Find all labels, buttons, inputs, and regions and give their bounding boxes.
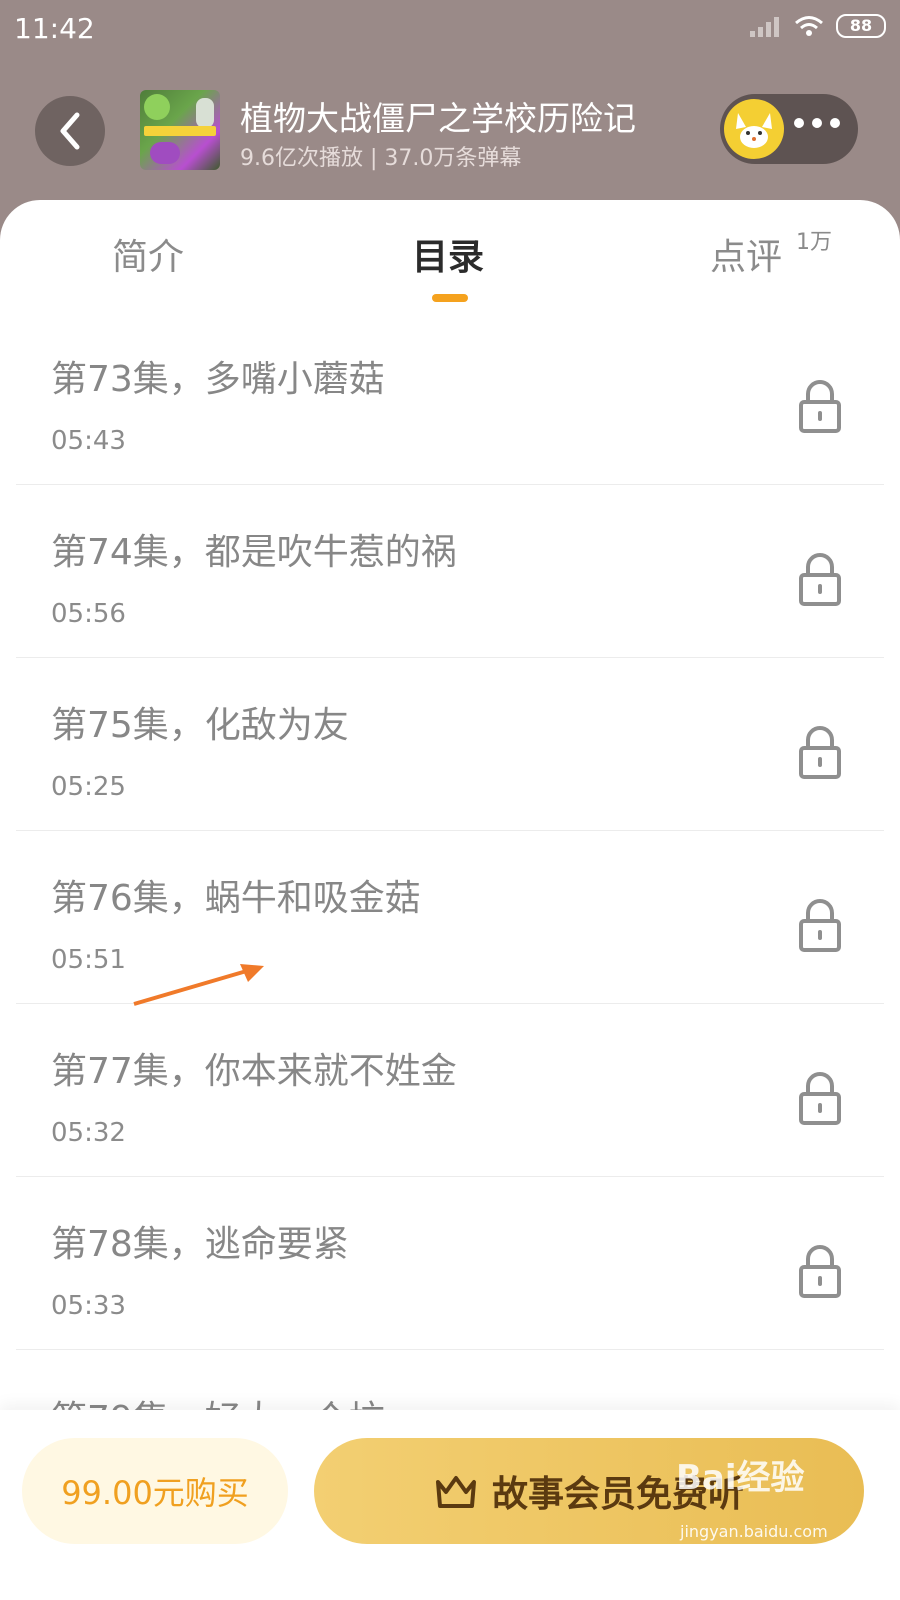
episode-title: 第78集，逃命要紧 bbox=[51, 1224, 349, 1265]
status-icons: 88 bbox=[750, 14, 886, 38]
content-sheet: 简介 目录 点评 1万 第73集，多嘴小蘑菇 05:43 第74集，都是吹牛惹的… bbox=[0, 200, 900, 1600]
episode-title: 第74集，都是吹牛惹的祸 bbox=[51, 532, 457, 573]
episode-duration: 05:56 bbox=[51, 599, 126, 629]
episode-title: 第75集，化敌为友 bbox=[51, 705, 349, 746]
crown-icon bbox=[435, 1476, 476, 1508]
list-item[interactable]: 第75集，化敌为友 05:25 bbox=[16, 658, 884, 831]
list-item[interactable]: 第77集，你本来就不姓金 05:32 bbox=[16, 1004, 884, 1177]
list-item[interactable]: 第73集，多嘴小蘑菇 05:43 bbox=[16, 312, 884, 485]
album-header: 植物大战僵尸之学校历险记 9.6亿次播放 | 37.0万条弹幕 bbox=[0, 62, 900, 202]
episode-list: 第73集，多嘴小蘑菇 05:43 第74集，都是吹牛惹的祸 05:56 第75集… bbox=[16, 312, 884, 1430]
dot bbox=[794, 118, 804, 128]
active-tab-indicator bbox=[432, 294, 468, 302]
album-stats: 9.6亿次播放 | 37.0万条弹幕 bbox=[240, 146, 522, 171]
tab-intro[interactable]: 简介 bbox=[112, 228, 184, 280]
lock-icon bbox=[799, 726, 841, 779]
wifi-icon bbox=[795, 16, 823, 36]
review-count-badge: 1万 bbox=[796, 230, 832, 255]
album-title: 植物大战僵尸之学校历险记 bbox=[240, 99, 636, 138]
dot bbox=[830, 118, 840, 128]
episode-title: 第77集，你本来就不姓金 bbox=[51, 1051, 457, 1092]
header-actions bbox=[720, 94, 858, 164]
fox-mascot-icon bbox=[736, 113, 772, 148]
episode-duration: 05:32 bbox=[51, 1118, 126, 1148]
episode-duration: 05:25 bbox=[51, 772, 126, 802]
album-cover[interactable] bbox=[140, 90, 220, 170]
chevron-left-icon bbox=[60, 112, 80, 150]
tab-reviews[interactable]: 点评 bbox=[710, 228, 782, 280]
buy-button[interactable]: 99.00元购买 bbox=[22, 1438, 288, 1544]
episode-title: 第73集，多嘴小蘑菇 bbox=[51, 359, 385, 400]
episode-duration: 05:33 bbox=[51, 1291, 126, 1321]
watermark-url: jingyan.baidu.com bbox=[680, 1522, 828, 1541]
signal-icon bbox=[750, 17, 779, 37]
episode-duration: 05:43 bbox=[51, 426, 126, 456]
back-button[interactable] bbox=[35, 96, 105, 166]
dot bbox=[812, 118, 822, 128]
more-button[interactable] bbox=[794, 118, 840, 128]
tab-catalog[interactable]: 目录 bbox=[412, 228, 484, 280]
episode-duration: 05:51 bbox=[51, 945, 126, 975]
lock-icon bbox=[799, 553, 841, 606]
bottom-action-bar: 99.00元购买 故事会员免费听 bbox=[0, 1410, 900, 1600]
status-time: 11:42 bbox=[14, 12, 95, 45]
annotation-arrow-icon bbox=[133, 964, 264, 1006]
list-item[interactable]: 第74集，都是吹牛惹的祸 05:56 bbox=[16, 485, 884, 658]
lock-icon bbox=[799, 1072, 841, 1125]
list-item[interactable]: 第78集，逃命要紧 05:33 bbox=[16, 1177, 884, 1350]
episode-title: 第76集，蜗牛和吸金菇 bbox=[51, 878, 421, 919]
lock-icon bbox=[799, 899, 841, 952]
lock-icon bbox=[799, 1245, 841, 1298]
watermark: Bai经验 bbox=[676, 1458, 805, 1498]
avatar[interactable] bbox=[724, 99, 784, 159]
status-bar: 11:42 88 bbox=[0, 0, 900, 62]
lock-icon bbox=[799, 380, 841, 433]
battery-indicator: 88 bbox=[836, 14, 886, 38]
